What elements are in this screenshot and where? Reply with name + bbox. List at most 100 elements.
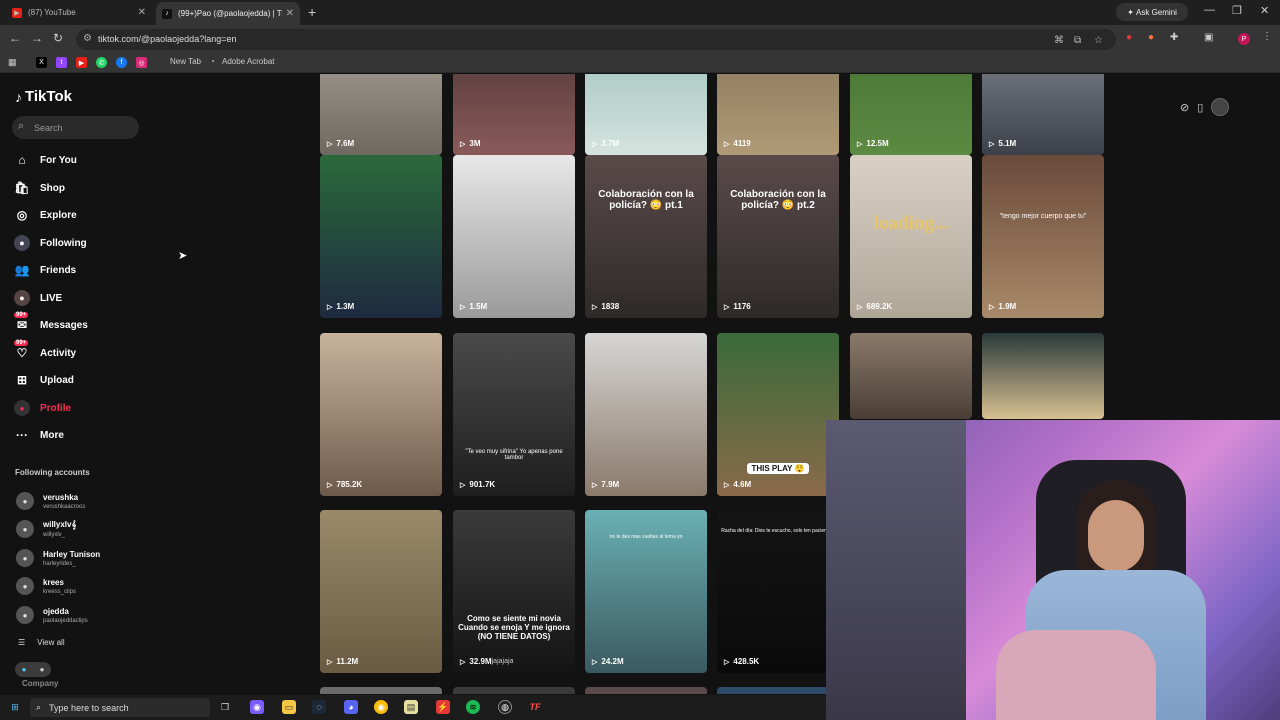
video-tile[interactable]: no le des mas vueltas al tema yo ▷ 24.2M bbox=[585, 510, 707, 673]
profile-avatar[interactable]: P bbox=[1238, 33, 1250, 45]
following-account[interactable]: ● ojedda paolaojeddaclips bbox=[16, 603, 88, 627]
video-tile[interactable]: ▷ 1.5M bbox=[453, 155, 575, 318]
nav-profile[interactable]: ● Profile bbox=[14, 398, 71, 418]
video-tile[interactable]: ▷ 4119 bbox=[717, 74, 839, 155]
discord-icon[interactable]: ◕ bbox=[344, 700, 358, 714]
bookmark-adobe-acrobat[interactable]: Adobe Acrobat bbox=[222, 57, 274, 66]
view-all-link[interactable]: ☰ View all bbox=[18, 638, 65, 647]
search-box[interactable]: ⌕ bbox=[12, 116, 139, 139]
forward-icon[interactable]: → bbox=[31, 31, 43, 45]
messages-badge: 99+ bbox=[14, 312, 29, 318]
tab-youtube[interactable]: ▶ (87) YouTube ✕ bbox=[6, 2, 152, 23]
video-tile[interactable] bbox=[982, 333, 1104, 419]
video-tile[interactable]: ▷ 3M bbox=[453, 74, 575, 155]
following-account[interactable]: ● krees kreess_clips bbox=[16, 574, 76, 598]
video-tile[interactable] bbox=[717, 687, 839, 694]
obs-icon[interactable]: ◍ bbox=[498, 700, 512, 714]
nav-friends[interactable]: 👥 Friends bbox=[14, 260, 77, 280]
video-tile[interactable]: ▷ 785.2K bbox=[320, 333, 442, 496]
extensions-puzzle-icon[interactable]: ✚ bbox=[1170, 32, 1178, 43]
close-icon[interactable]: ✕ bbox=[286, 8, 294, 19]
extension-icon[interactable]: ● bbox=[1148, 32, 1154, 43]
following-account[interactable]: ● Harley Tunison harleyrides_ bbox=[16, 546, 100, 570]
following-account[interactable]: ● verushka verushkaacroos bbox=[16, 489, 85, 513]
tiktok-logo[interactable]: ♪ TikTok bbox=[15, 88, 72, 105]
x-icon[interactable]: X bbox=[36, 57, 47, 68]
task-view-icon[interactable]: ❒ bbox=[218, 700, 232, 714]
bookmark-star-icon[interactable]: ☆ bbox=[1094, 35, 1103, 46]
steam-icon[interactable]: ◌ bbox=[312, 700, 326, 714]
video-tile[interactable]: loading... ▷ 689.2K bbox=[850, 155, 972, 318]
nav-explore[interactable]: ◎ Explore bbox=[14, 205, 77, 225]
view-count-text: 1.5M bbox=[469, 302, 488, 311]
nav-following[interactable]: ● Following bbox=[14, 233, 87, 253]
extension-icon[interactable]: ● bbox=[1126, 32, 1132, 43]
get-app-icon[interactable]: ⊘ bbox=[1180, 101, 1189, 114]
video-tile[interactable] bbox=[585, 687, 707, 694]
nav-more[interactable]: ··· More bbox=[14, 425, 64, 445]
user-avatar[interactable] bbox=[1211, 98, 1230, 116]
search-input[interactable] bbox=[34, 120, 134, 135]
windows-start-icon[interactable]: ⊞ bbox=[8, 700, 22, 714]
video-tile[interactable]: Colaboración con la policía? 😳 pt.2 ▷ 1176 bbox=[717, 155, 839, 318]
video-tile[interactable]: Racha del día: Dios te escucho, solo ten… bbox=[717, 510, 839, 673]
instagram-icon[interactable]: ◎ bbox=[136, 57, 147, 68]
close-icon[interactable]: ✕ bbox=[138, 7, 146, 18]
translate-icon[interactable]: ⌘ bbox=[1054, 35, 1064, 46]
video-tile[interactable]: ▷ 12.5M bbox=[850, 74, 972, 155]
reload-icon[interactable]: ↻ bbox=[53, 31, 63, 45]
video-tile[interactable] bbox=[850, 333, 972, 419]
apps-grid-icon[interactable]: ▦ bbox=[8, 57, 17, 68]
ask-gemini-button[interactable]: ✦ Ask Gemini bbox=[1116, 3, 1188, 21]
video-tile[interactable]: "tengo mejor cuerpo que tu" ▷ 1.9M bbox=[982, 155, 1104, 318]
back-icon[interactable]: ← bbox=[9, 31, 21, 45]
window-close-button[interactable]: ✕ bbox=[1260, 4, 1269, 17]
facebook-icon[interactable]: f bbox=[116, 57, 127, 68]
app-tf-icon[interactable]: TF bbox=[528, 700, 542, 714]
copilot-icon[interactable]: ◉ bbox=[250, 700, 264, 714]
coins-toggle[interactable]: ● ● bbox=[15, 662, 51, 677]
view-count: ▷ 4119 bbox=[724, 139, 751, 148]
nav-messages[interactable]: ✉ 99+ Messages bbox=[14, 312, 88, 335]
file-explorer-icon[interactable]: ▭ bbox=[282, 700, 296, 714]
video-tile[interactable]: THIS PLAY 😲 ▷ 4.6M bbox=[717, 333, 839, 496]
video-tile[interactable] bbox=[320, 687, 442, 694]
video-tile[interactable]: ▷ 5.1M bbox=[982, 74, 1104, 155]
nav-live[interactable]: ● LIVE bbox=[14, 288, 62, 308]
video-tile[interactable]: "Te veo muy sifrina" Yo apenas pone tamb… bbox=[453, 333, 575, 496]
video-tile[interactable]: Colaboración con la policía? 😳 pt.1 ▷ 1838 bbox=[585, 155, 707, 318]
following-account[interactable]: ● willyxlv𝄞 willyxlv_ bbox=[16, 517, 76, 541]
video-tile[interactable]: ▷ 7.6M bbox=[320, 74, 442, 155]
twitch-icon[interactable]: t bbox=[56, 57, 67, 68]
app-icon[interactable]: ⚡ bbox=[436, 700, 450, 714]
site-info-icon[interactable]: ⚙ bbox=[83, 33, 92, 44]
phone-icon[interactable]: ▯ bbox=[1197, 101, 1203, 114]
sidepanel-icon[interactable]: ▣ bbox=[1204, 32, 1213, 43]
notepad-icon[interactable]: ▤ bbox=[404, 700, 418, 714]
bookmark-new-tab[interactable]: New Tab bbox=[170, 57, 201, 66]
new-tab-button[interactable]: + bbox=[308, 4, 316, 20]
company-link[interactable]: Company bbox=[22, 679, 58, 688]
spotify-icon[interactable]: ≋ bbox=[466, 700, 480, 714]
nav-for-you[interactable]: ⌂ For You bbox=[14, 150, 76, 170]
chrome-icon[interactable]: ◉ bbox=[374, 700, 388, 714]
video-tile[interactable]: ▷ 11.2M bbox=[320, 510, 442, 673]
address-bar[interactable]: ⚙ tiktok.com/@paolaojedda?lang=en ⌘ ⧉ ☆ bbox=[76, 29, 1116, 50]
tab-tiktok[interactable]: ♪ (99+)Pao (@paolaojedda) | TikTok ✕ bbox=[156, 2, 300, 25]
maximize-button[interactable]: ❐ bbox=[1232, 4, 1242, 17]
nav-label: Friends bbox=[40, 264, 77, 276]
whatsapp-icon[interactable]: ✆ bbox=[96, 57, 107, 68]
video-tile[interactable] bbox=[453, 687, 575, 694]
video-tile[interactable]: Como se siente mi novia Cuando se enoja … bbox=[453, 510, 575, 673]
nav-shop[interactable]: 🛍 Shop bbox=[14, 178, 65, 198]
cast-icon[interactable]: ⧉ bbox=[1074, 35, 1081, 46]
nav-activity[interactable]: ♡ 99+ Activity bbox=[14, 340, 76, 363]
youtube-icon[interactable]: ▶ bbox=[76, 57, 87, 68]
video-tile[interactable]: ▷ 3.7M bbox=[585, 74, 707, 155]
video-tile[interactable]: ▷ 1.3M bbox=[320, 155, 442, 318]
video-tile[interactable]: ▷ 7.9M bbox=[585, 333, 707, 496]
minimize-button[interactable]: — bbox=[1204, 4, 1215, 16]
menu-icon[interactable]: ⋮ bbox=[1262, 31, 1272, 42]
taskbar-search[interactable]: ⌕ Type here to search bbox=[30, 698, 210, 717]
nav-upload[interactable]: ⊞ Upload bbox=[14, 370, 74, 390]
